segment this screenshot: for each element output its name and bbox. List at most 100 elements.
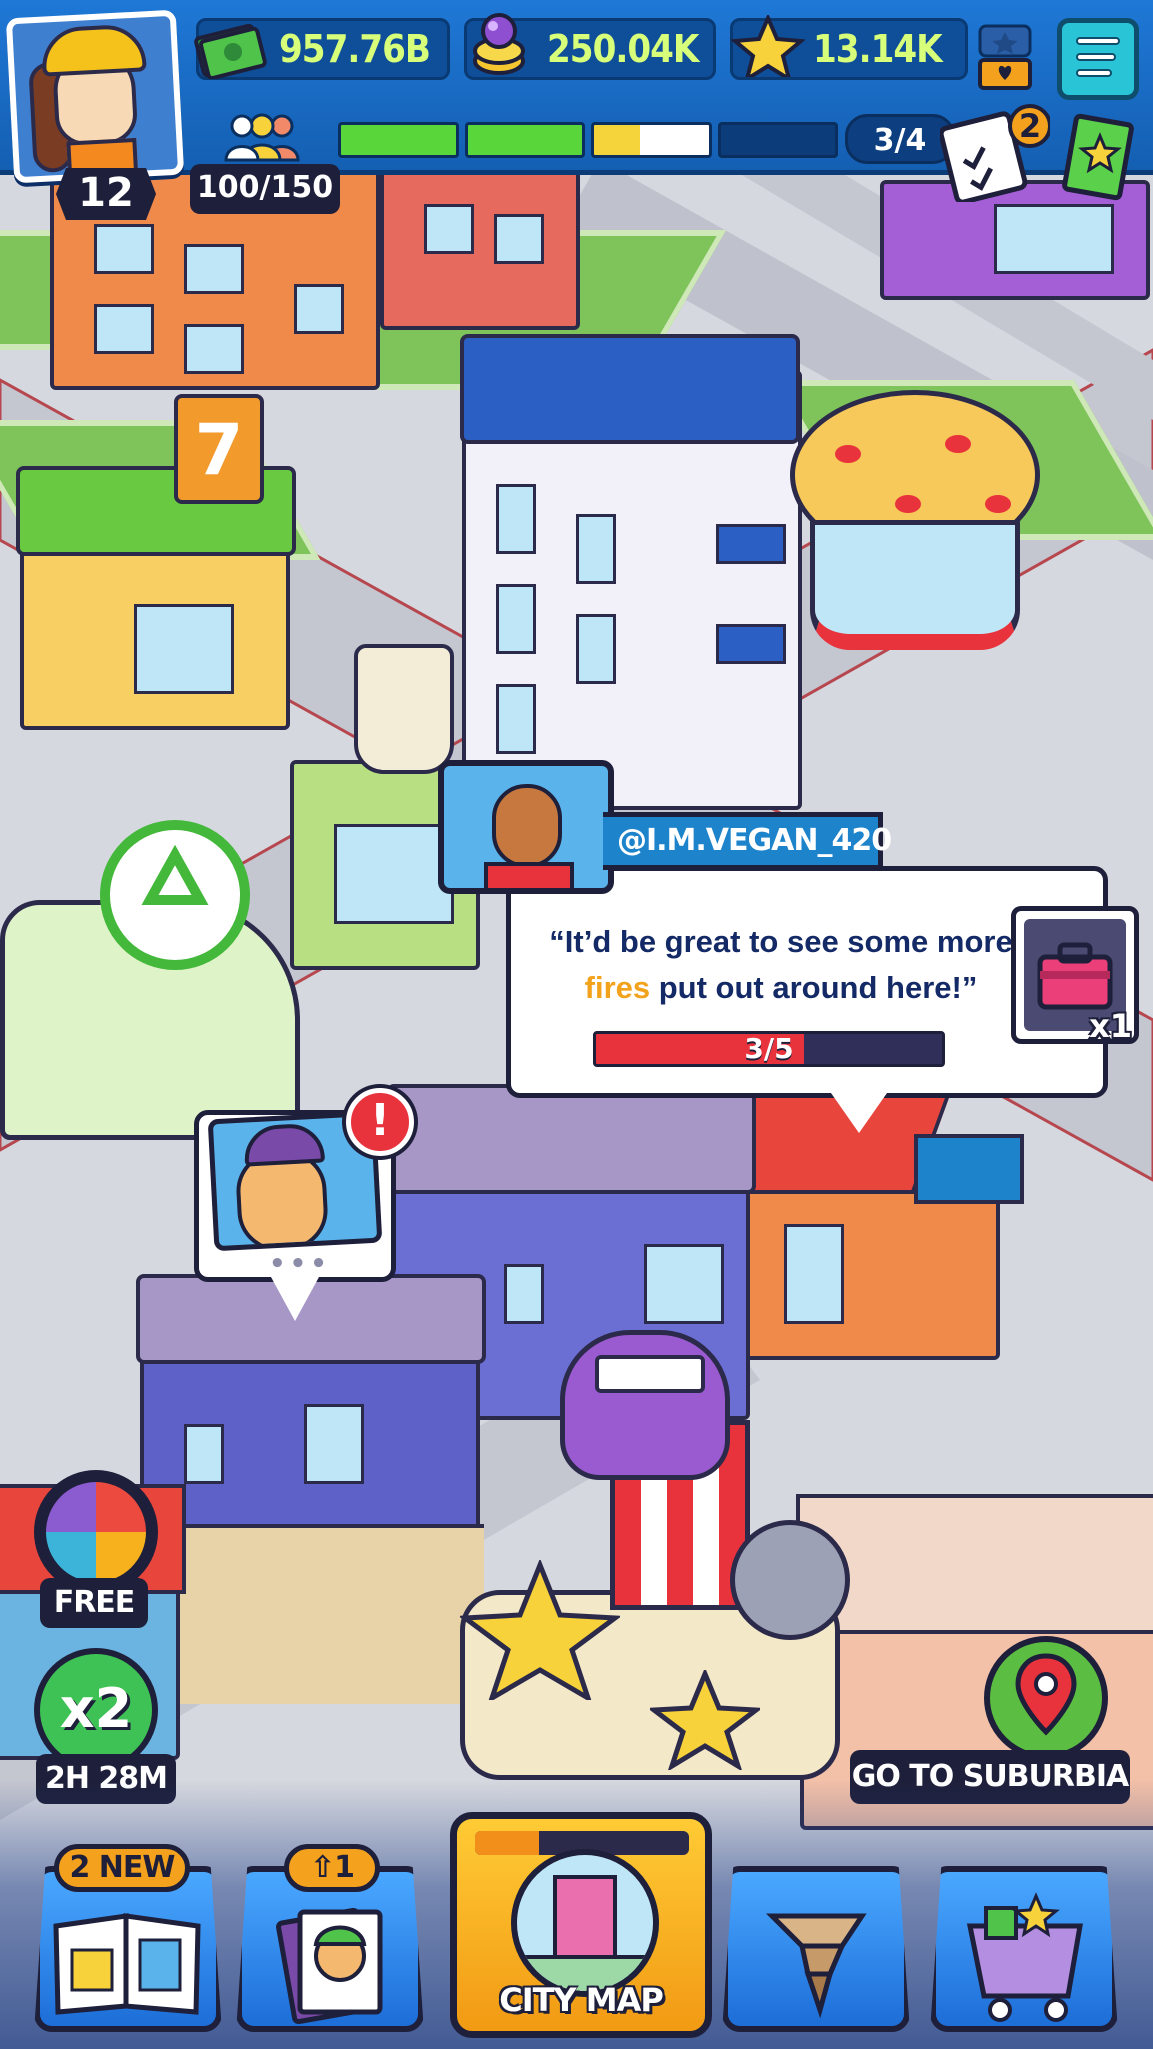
window: [184, 1424, 224, 1484]
window: [784, 1224, 844, 1324]
npc-portrait[interactable]: [438, 760, 614, 894]
cash-counter[interactable]: 957.76B: [194, 18, 450, 80]
window: [994, 204, 1114, 274]
cash-stack-icon: [194, 23, 267, 79]
sign-24-7-icon: 7: [174, 394, 264, 504]
blue-balcony: [716, 524, 786, 564]
progress-segment: [464, 122, 585, 158]
quest-progress-bar: 3/5: [593, 1031, 945, 1067]
tan-ground-floor: [144, 1524, 484, 1704]
prize-wheel-icon: [46, 1482, 146, 1582]
progress-segment: [717, 122, 838, 158]
character-cards-icon: [276, 1907, 383, 2025]
collection-new-tag: 2 NEW: [54, 1844, 190, 1892]
city-map-progress-fill: [475, 1831, 540, 1855]
window: [94, 224, 154, 274]
star-chest-icon[interactable]: [976, 22, 1034, 92]
quest-message: “It’d be great to see some more fires pu…: [511, 919, 1051, 1011]
coffee-cup-sign-icon: [354, 644, 454, 774]
spin-wheel-button[interactable]: [34, 1470, 158, 1594]
quest-progress-label: 3/5: [744, 1032, 794, 1065]
tall-white-apartment[interactable]: [460, 334, 802, 810]
film-reel-icon: [730, 1520, 850, 1640]
window: [644, 1244, 724, 1324]
ticket-icon[interactable]: [1060, 112, 1140, 202]
gems-counter[interactable]: 250.04K: [464, 13, 716, 80]
population-icon: [224, 113, 300, 162]
window: [424, 204, 474, 254]
pink-apartment-building[interactable]: [380, 170, 580, 330]
window: [294, 284, 344, 334]
stars-value: 13.14K: [813, 27, 943, 71]
shopping-cart-icon: [966, 1892, 1083, 2022]
window: [184, 324, 244, 374]
city-map-button[interactable]: CITY MAP: [450, 1812, 712, 2038]
quest-text-after: put out around here!”: [658, 970, 978, 1005]
recycling-center[interactable]: [0, 820, 320, 1150]
reward-quantity: x1: [1089, 1007, 1132, 1045]
window: [576, 514, 616, 584]
recycle-icon: [100, 820, 250, 970]
go-to-suburbia-button[interactable]: [984, 1636, 1108, 1760]
stars-counter[interactable]: 13.14K: [730, 15, 968, 80]
menu-icon-line: [1076, 69, 1112, 77]
fish-sign-icon: [914, 1134, 1024, 1204]
typing-dots: •••: [269, 1249, 331, 1279]
hard-hat-icon: [40, 23, 147, 77]
quest-reward-card[interactable]: x1: [1011, 906, 1139, 1045]
purple-rooftop: [386, 1084, 756, 1194]
blue-balcony: [716, 624, 786, 664]
menu-icon-line: [1076, 53, 1116, 61]
npc-cap: [243, 1122, 326, 1167]
level-progress-bar: [338, 122, 838, 158]
quest-text-highlight: fires: [584, 970, 651, 1005]
quest-badge-count: 2: [1018, 107, 1042, 145]
blue-rooftop: [460, 334, 800, 444]
blue-apartment-building[interactable]: [136, 1274, 486, 1704]
npc-handle: @I.M.VEGAN_420: [603, 812, 892, 870]
popcorn-cinema[interactable]: [440, 1330, 860, 1790]
pizza-storefront: [810, 520, 1020, 650]
npc-face: [492, 784, 562, 868]
free-spin-label: FREE: [40, 1578, 148, 1628]
window: [94, 304, 154, 354]
quest-progress-pill[interactable]: 3/4: [845, 114, 955, 164]
menu-icon: [1076, 37, 1120, 45]
disaster-tornado-button[interactable]: [722, 1866, 910, 2032]
convenience-store-24-7[interactable]: 7: [16, 394, 296, 730]
window: [334, 824, 454, 924]
window: [576, 614, 616, 684]
window: [496, 584, 536, 654]
progress-segment: [591, 122, 712, 158]
player-avatar[interactable]: [5, 9, 185, 184]
star-icon: [731, 15, 805, 77]
player-level-badge: 12: [56, 168, 156, 220]
window: [496, 484, 536, 554]
shop-cart-button[interactable]: [930, 1866, 1118, 2032]
star-icon: [650, 1670, 760, 1770]
purple-dinosaur-mascot: [560, 1330, 730, 1480]
open-book-icon: [53, 1913, 201, 2015]
window: [494, 214, 544, 264]
window: [134, 604, 234, 694]
population-count: 100/150: [190, 164, 340, 214]
map-pin-icon: [1015, 1653, 1077, 1736]
characters-upgrade-tag: ⇧1: [284, 1844, 380, 1892]
city-map-label: CITY MAP: [499, 1981, 664, 2019]
gem-token-icon: [473, 13, 525, 75]
cash-value: 957.76B: [279, 27, 431, 71]
window: [496, 684, 536, 754]
alert-icon[interactable]: !: [346, 1088, 414, 1156]
window: [304, 1404, 364, 1484]
window: [504, 1264, 544, 1324]
gems-value: 250.04K: [547, 27, 699, 71]
city-map-globe-icon: [511, 1849, 659, 1997]
star-icon: [460, 1560, 620, 1700]
pizza-restaurant[interactable]: [790, 390, 1040, 670]
npc-shirt: [484, 862, 574, 888]
progress-segment: [338, 122, 459, 158]
window: [184, 244, 244, 294]
quest-text-before: “It’d be great to see some more: [549, 924, 1013, 959]
menu-button[interactable]: [1057, 18, 1139, 100]
3d-glasses-icon: [595, 1355, 705, 1393]
